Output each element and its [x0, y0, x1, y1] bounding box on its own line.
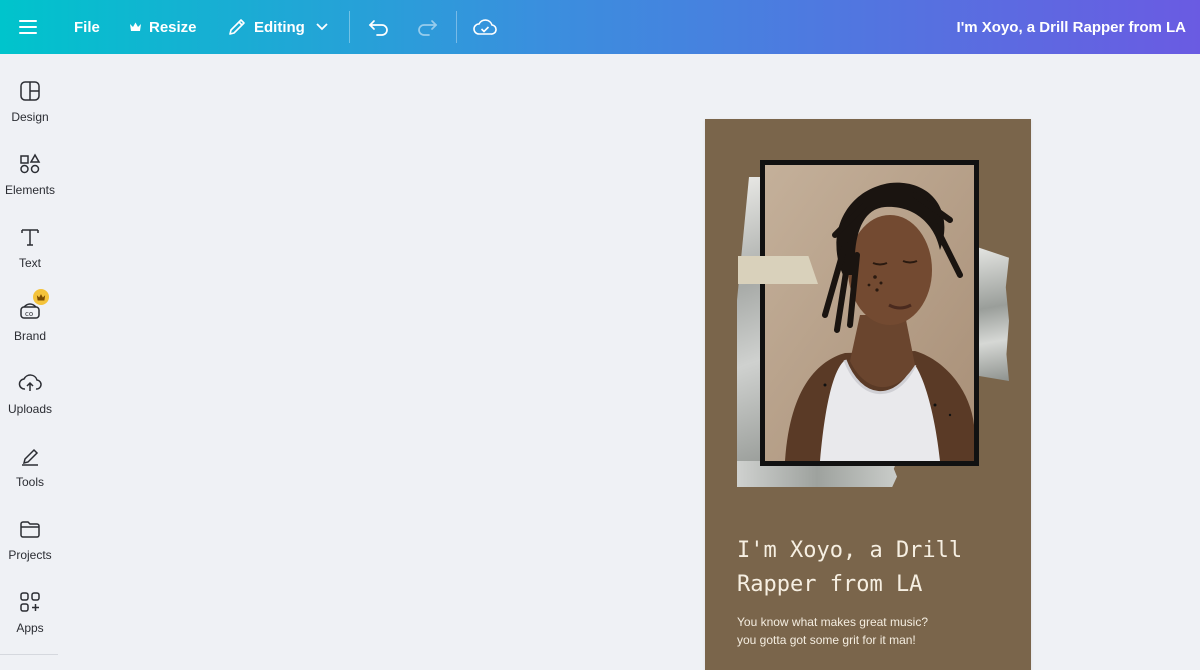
brand-icon: co: [19, 289, 49, 323]
design-page[interactable]: I'm Xoyo, a Drill Rapper from LA You kno…: [705, 119, 1031, 670]
document-title[interactable]: I'm Xoyo, a Drill Rapper from LA: [957, 0, 1186, 54]
sidebar-item-text[interactable]: Text: [0, 224, 60, 294]
premium-crown-icon: [33, 289, 49, 305]
toolbar-divider: [349, 11, 350, 43]
sidebar-item-brand[interactable]: co Brand: [0, 289, 60, 367]
apps-icon: [19, 589, 41, 615]
sidebar-item-apps[interactable]: Apps: [0, 589, 60, 659]
menu-button[interactable]: [18, 0, 38, 54]
redo-button[interactable]: [416, 0, 438, 54]
tools-icon: [19, 443, 41, 469]
sidebar-item-label: Apps: [16, 621, 44, 635]
sidebar-item-uploads[interactable]: Uploads: [0, 370, 60, 440]
editing-label: Editing: [254, 18, 305, 36]
sidebar-divider: [0, 654, 58, 655]
sidebar-item-label: Tools: [15, 475, 44, 489]
subtext-line-1: You know what makes great music?: [737, 615, 928, 629]
file-label: File: [74, 18, 100, 36]
redo-icon: [416, 18, 438, 36]
design-icon: [19, 78, 41, 104]
undo-icon: [368, 18, 390, 36]
sidebar-item-tools[interactable]: Tools: [0, 443, 60, 513]
headline-line-1: I'm Xoyo, a Drill: [737, 538, 963, 563]
left-sidebar: Design Elements Text co Brand Uploads To…: [0, 54, 60, 670]
file-menu-button[interactable]: File: [74, 0, 100, 54]
uploads-icon: [18, 370, 42, 396]
chevron-down-icon: [316, 23, 328, 31]
sidebar-item-label: Text: [18, 256, 41, 270]
poster-subtext[interactable]: You know what makes great music? you got…: [737, 613, 1017, 649]
sidebar-item-label: Elements: [4, 183, 56, 197]
elements-icon: [19, 151, 41, 177]
sidebar-item-label: Design: [11, 110, 49, 124]
headline-line-2: Rapper from LA: [737, 572, 923, 597]
sidebar-item-projects[interactable]: Projects: [0, 516, 60, 586]
text-icon: [19, 224, 41, 250]
toolbar-divider: [456, 11, 457, 43]
cloud-check-icon: [473, 18, 497, 36]
undo-button[interactable]: [368, 0, 390, 54]
poster-headline[interactable]: I'm Xoyo, a Drill Rapper from LA: [737, 534, 1017, 602]
masking-tape-strip[interactable]: [738, 256, 818, 284]
pencil-icon: [227, 17, 247, 37]
resize-button[interactable]: Resize: [129, 0, 197, 54]
editing-mode-dropdown[interactable]: Editing: [227, 0, 328, 54]
sidebar-item-design[interactable]: Design: [0, 78, 60, 148]
resize-label: Resize: [149, 18, 197, 36]
sidebar-item-label: Projects: [8, 548, 52, 562]
hamburger-icon: [18, 19, 38, 35]
subtext-line-2: you gotta got some grit for it man!: [737, 633, 916, 647]
projects-icon: [19, 516, 41, 542]
sidebar-item-label: Brand: [13, 329, 47, 343]
portrait-photo[interactable]: [760, 160, 979, 466]
sidebar-item-label: Uploads: [7, 402, 53, 416]
svg-text:co: co: [25, 310, 33, 318]
save-status-button[interactable]: [473, 0, 497, 54]
torn-paper-right[interactable]: [977, 247, 1009, 381]
top-toolbar: File Resize Editing I'm Xoyo, a Drill Ra…: [0, 0, 1200, 54]
crown-icon: [129, 21, 142, 33]
sidebar-item-elements[interactable]: Elements: [0, 151, 60, 221]
